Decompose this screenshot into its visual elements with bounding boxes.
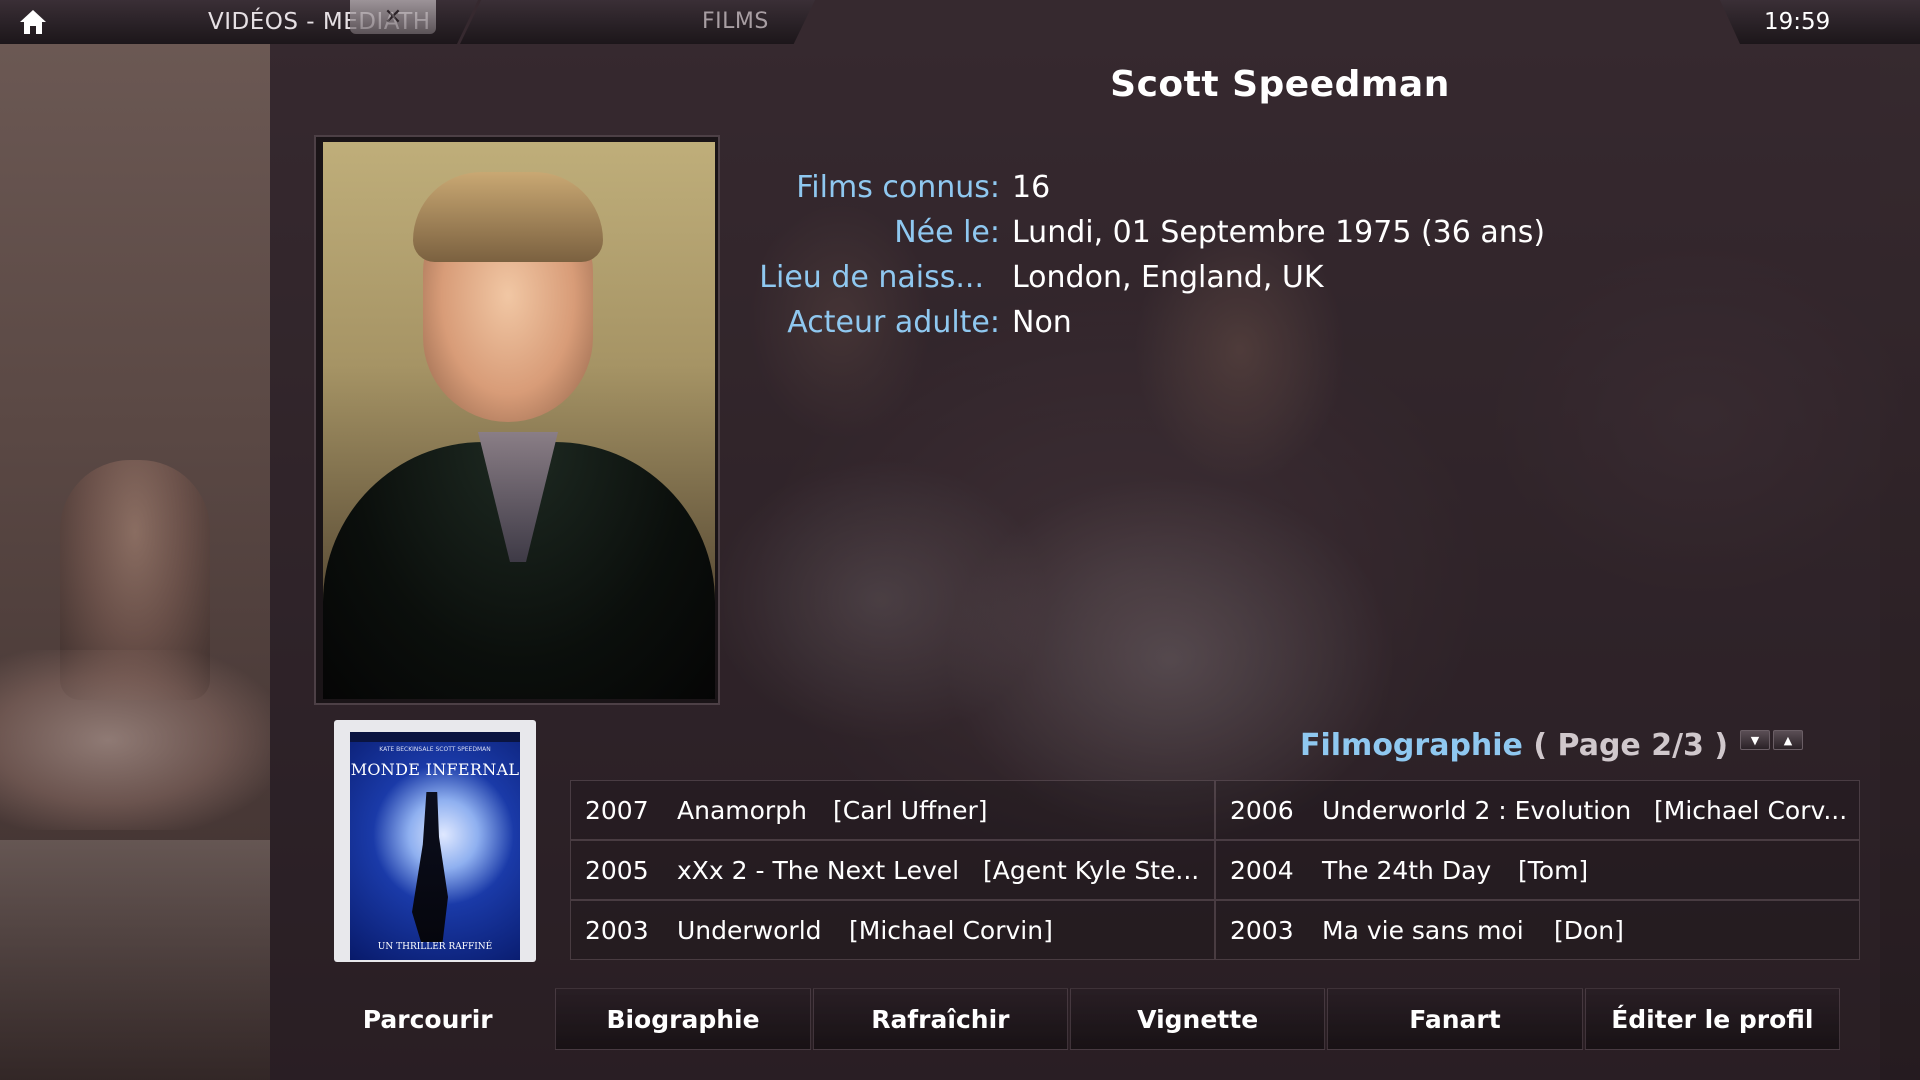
film-year: 2004 <box>1230 856 1294 885</box>
info-value-birth: Lundi, 01 Septembre 1975 (36 ans) <box>1012 215 1546 250</box>
film-title: Anamorph <box>677 796 807 825</box>
thumbnail-button[interactable]: Vignette <box>1070 988 1326 1050</box>
film-role: [Carl Uffner] <box>833 796 988 825</box>
film-role: [Tom] <box>1518 856 1589 885</box>
refresh-button[interactable]: Rafraîchir <box>812 988 1068 1050</box>
biography-button[interactable]: Biographie <box>555 988 811 1050</box>
film-year: 2005 <box>585 856 649 885</box>
poster-names: KATE BECKINSALE SCOTT SPEEDMAN <box>379 746 491 753</box>
info-value-birthplace: London, England, UK <box>1012 260 1324 295</box>
info-label-birth: Née le: <box>894 215 1000 250</box>
page-title: Scott Speedman <box>1110 64 1450 105</box>
filmography-list: 2007 Anamorph [Carl Uffner] 2006 Underwo… <box>570 780 1860 960</box>
poster-title: MONDE INFERNAL <box>350 760 520 779</box>
breadcrumb-sub-label: FILMS <box>702 9 769 34</box>
arrow-up-icon: ▲ <box>1783 733 1793 747</box>
edit-profile-button[interactable]: Éditer le profil <box>1584 988 1840 1050</box>
film-item[interactable]: 2006 Underworld 2 : Evolution [Michael C… <box>1215 780 1860 840</box>
film-year: 2003 <box>585 916 649 945</box>
info-label-films: Films connus: <box>796 170 1000 205</box>
info-label-adult: Acteur adulte: <box>787 305 1000 340</box>
arrow-down-icon: ▼ <box>1750 733 1760 747</box>
film-role: [Michael Corv... <box>1654 796 1848 825</box>
film-title: The 24th Day <box>1322 856 1492 885</box>
home-button[interactable] <box>0 0 150 44</box>
film-title: Underworld 2 : Evolution <box>1322 796 1632 825</box>
home-icon <box>20 10 46 34</box>
poster-top-band <box>350 732 520 742</box>
movie-poster[interactable]: KATE BECKINSALE SCOTT SPEEDMAN MONDE INF… <box>334 720 536 962</box>
film-role: [Don] <box>1554 916 1624 945</box>
film-year: 2007 <box>585 796 649 825</box>
breadcrumb-sub: FILMS <box>460 0 815 44</box>
close-button[interactable]: ✕ <box>350 0 436 34</box>
info-value-films: 16 <box>1012 170 1051 205</box>
filmography-page: ( Page 2/3 ) <box>1533 728 1729 763</box>
page-up-button[interactable]: ▲ <box>1773 730 1803 750</box>
fanart-flowers <box>0 650 270 830</box>
filmography-title: Filmographie <box>1300 728 1523 763</box>
film-year: 2006 <box>1230 796 1294 825</box>
film-role: [Agent Kyle Ste... <box>983 856 1200 885</box>
poster-image: KATE BECKINSALE SCOTT SPEEDMAN MONDE INF… <box>350 732 520 960</box>
fanart-button[interactable]: Fanart <box>1327 988 1583 1050</box>
poster-tagline: UN THRILLER RAFFINÉ <box>377 942 493 952</box>
film-item[interactable]: 2004 The 24th Day [Tom] <box>1215 840 1860 900</box>
filmography-header: Filmographie ( Page 2/3 ) <box>1300 728 1728 763</box>
film-item[interactable]: 2005 xXx 2 - The Next Level [Agent Kyle … <box>570 840 1215 900</box>
info-value-adult: Non <box>1012 305 1072 340</box>
film-title: xXx 2 - The Next Level <box>677 856 960 885</box>
film-item[interactable]: 2003 Ma vie sans moi [Don] <box>1215 900 1860 960</box>
film-item[interactable]: 2003 Underworld [Michael Corvin] <box>570 900 1215 960</box>
fanart-table <box>0 840 270 1080</box>
poster-figure <box>412 792 448 942</box>
page-down-button[interactable]: ▼ <box>1740 730 1770 750</box>
clock: 19:59 <box>1720 0 1920 44</box>
page-arrows: ▼ ▲ <box>1740 730 1803 750</box>
fanart-left-scene <box>0 0 270 1080</box>
film-role: [Michael Corvin] <box>849 916 1053 945</box>
browse-button[interactable]: Parcourir <box>302 988 553 1050</box>
clock-label: 19:59 <box>1764 9 1831 35</box>
action-bar: Parcourir Biographie Rafraîchir Vignette… <box>302 988 1842 1050</box>
panel-right-edge <box>1880 0 1920 1080</box>
film-year: 2003 <box>1230 916 1294 945</box>
film-title: Underworld <box>677 916 822 945</box>
film-item[interactable]: 2007 Anamorph [Carl Uffner] <box>570 780 1215 840</box>
top-bar: VIDÉOS - MEDIATH FILMS ✕ 19:59 <box>0 0 1920 44</box>
film-title: Ma vie sans moi <box>1322 916 1524 945</box>
fanart-background-person <box>60 460 210 700</box>
close-icon: ✕ <box>383 4 403 30</box>
info-label-birthplace: Lieu de naiss... <box>759 260 984 295</box>
